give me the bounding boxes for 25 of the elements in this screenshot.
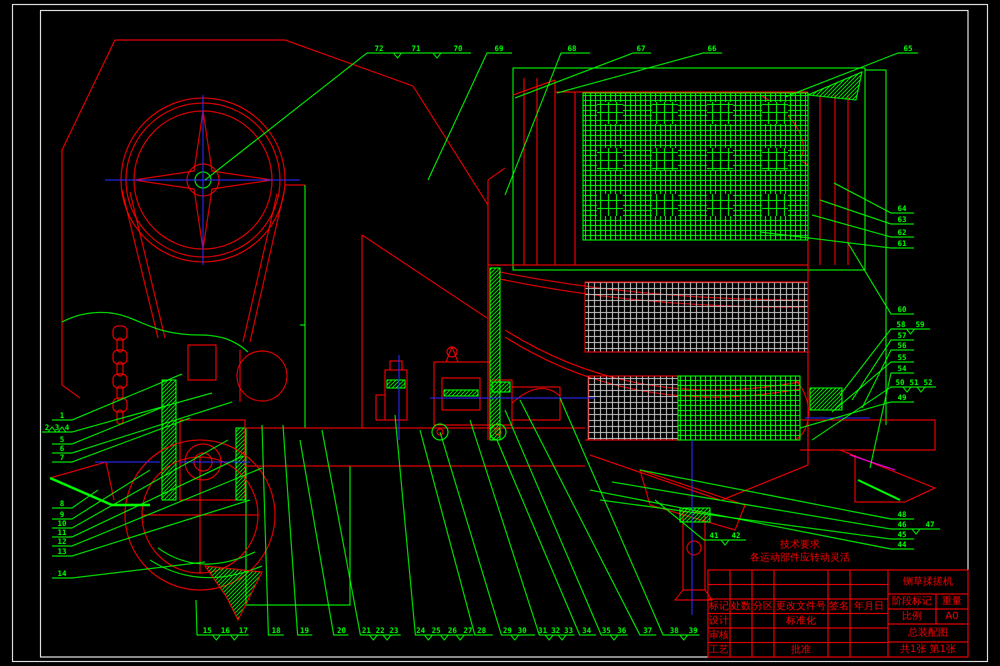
blade-drawing [204, 565, 263, 622]
roller-drawing [432, 424, 448, 440]
stage-label: 重量 [942, 596, 962, 607]
drawing-number: 总装配图 [908, 628, 948, 638]
signature-label: 批准 [791, 644, 811, 656]
table-header: 分区 [753, 600, 773, 612]
paper-size: A0 [945, 611, 959, 622]
table-header: 年月日 [854, 600, 884, 612]
leader-line [196, 600, 250, 641]
signature-label: 工艺 [709, 644, 729, 656]
table-header: 标记 [709, 600, 729, 612]
drawing-name: 铡草揉搓机 [903, 576, 953, 588]
driven-pulley-drawing [236, 350, 288, 402]
table-header: 签名 [829, 600, 849, 612]
signature-label: 审核 [709, 630, 729, 641]
signature-label: 标准化 [786, 615, 816, 626]
stage-label: 阶段标记 [892, 596, 932, 607]
stage-label: 比例 [902, 611, 922, 622]
table-header: 更改文件号 [776, 600, 826, 612]
motor-drawing [376, 360, 408, 420]
sheet-count: 共1张 第1张 [900, 644, 956, 655]
table-header: 处数 [731, 600, 751, 612]
requirements-text: 各运动部件应转动灵活 [750, 552, 850, 564]
signature-label: 设计 [709, 615, 729, 626]
requirements-title: 技术要求 [780, 540, 820, 550]
